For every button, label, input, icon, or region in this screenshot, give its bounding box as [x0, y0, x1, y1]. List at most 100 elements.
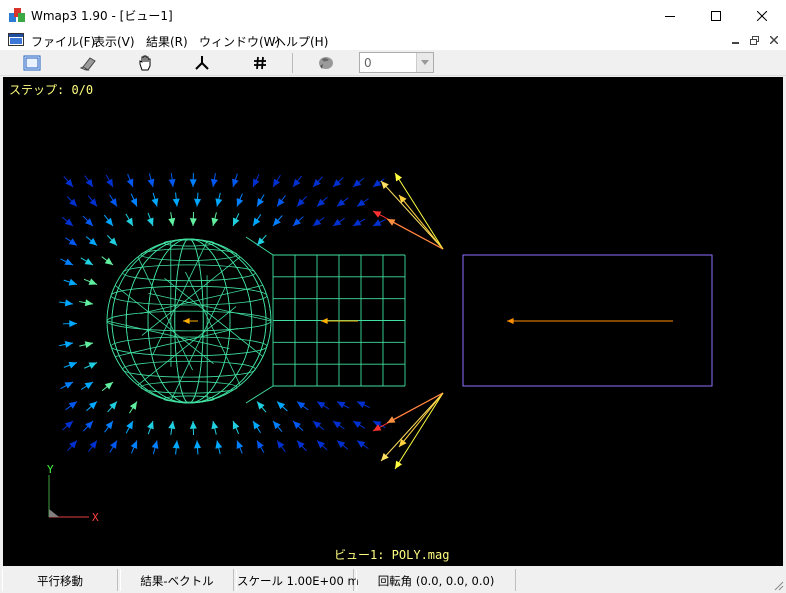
tool-eraser[interactable]	[66, 51, 110, 75]
field-arrow	[84, 175, 94, 188]
field-arrow	[256, 440, 265, 453]
child-window-icon[interactable]	[8, 33, 24, 46]
field-arrow	[125, 213, 134, 227]
field-arrow	[79, 299, 94, 307]
status-rotation: 回転角 (0.0, 0.0, 0.0)	[356, 569, 516, 591]
field-arrow	[236, 193, 244, 207]
field-arrow	[168, 212, 176, 227]
field-arrow	[312, 176, 323, 188]
status-mode: 平行移動	[2, 569, 118, 591]
corner-arrow	[380, 392, 444, 462]
app-icon	[9, 8, 25, 22]
field-arrow	[105, 174, 114, 188]
view-frame-icon	[23, 55, 41, 71]
field-arrow	[60, 381, 74, 389]
field-arrow	[276, 440, 286, 453]
field-arrow	[272, 420, 283, 433]
child-minimize-button[interactable]	[727, 32, 744, 48]
corner-arrow	[386, 218, 444, 250]
field-arrow	[85, 236, 98, 246]
field-arrow	[83, 278, 98, 285]
tool-axes[interactable]	[180, 51, 224, 75]
maximize-button[interactable]	[693, 0, 739, 31]
tool-grid[interactable]	[238, 51, 282, 75]
step-select-value: 0	[364, 56, 372, 70]
field-arrow	[109, 194, 118, 207]
menu-file[interactable]: ファイル(F)	[31, 33, 95, 50]
menu-result[interactable]: 結果(R)	[146, 33, 188, 50]
menu-view[interactable]: 表示(V)	[93, 33, 135, 50]
field-arrow	[356, 198, 369, 207]
corner-arrow	[386, 392, 444, 424]
axes-icon	[195, 56, 209, 70]
corner-arrow	[380, 180, 444, 250]
field-arrow	[211, 420, 219, 435]
child-close-button[interactable]	[765, 32, 782, 48]
field-arrow	[125, 420, 134, 434]
field-arrow	[104, 420, 114, 433]
status-bar: 平行移動 結果-ベクトル スケール 1.00E+00 m 回転角 (0.0, 0…	[0, 567, 786, 593]
resize-grip-icon[interactable]	[772, 579, 784, 591]
field-arrow	[172, 192, 180, 207]
minimize-button[interactable]	[647, 0, 693, 31]
field-arrow	[65, 401, 78, 411]
view-canvas[interactable]: YX ステップ: 0/0 ビュー1: POLY.mag	[3, 77, 783, 566]
step-select[interactable]: 0	[359, 52, 434, 73]
field-arrow	[82, 420, 94, 432]
close-icon	[757, 10, 767, 21]
field-arrow	[332, 420, 345, 430]
field-arrow	[356, 401, 370, 409]
minimize-icon	[731, 42, 739, 44]
toolbar: 0	[0, 50, 786, 76]
field-arrow	[256, 194, 265, 207]
field-arrow	[336, 197, 349, 207]
field-arrow	[332, 217, 345, 227]
field-arrow	[352, 177, 365, 188]
field-arrow	[272, 215, 283, 227]
field-arrow	[316, 440, 328, 451]
close-button[interactable]	[739, 0, 785, 31]
field-arrow	[312, 420, 325, 431]
field-arrow	[272, 174, 281, 188]
field-arrow	[62, 420, 74, 431]
child-restore-button[interactable]	[746, 32, 763, 48]
tool-view-frame[interactable]	[10, 51, 54, 75]
field-arrow	[168, 173, 176, 188]
minimize-icon	[665, 15, 675, 17]
tool-pan[interactable]	[124, 51, 168, 75]
close-icon	[769, 36, 778, 44]
corner-arrow	[398, 392, 444, 448]
field-arrow	[215, 440, 223, 455]
field-arrow	[252, 174, 260, 188]
scene: YX	[47, 172, 713, 524]
field-arrow	[276, 401, 288, 412]
menu-window[interactable]: ウィンドウ(W)	[199, 33, 280, 50]
field-arrow	[292, 420, 304, 432]
vector-arrow	[507, 318, 673, 324]
field-arrow	[211, 212, 219, 227]
field-arrow	[194, 440, 202, 455]
field-arrow	[189, 172, 197, 188]
field-arrow	[332, 177, 344, 188]
field-arrow	[59, 340, 74, 348]
field-arrow	[106, 235, 118, 246]
hand-pan-icon	[139, 55, 151, 71]
field-arrow	[128, 401, 138, 414]
field-arrow	[292, 216, 304, 227]
view-caption: ビュー1: POLY.mag	[334, 548, 450, 562]
field-arrow	[151, 192, 159, 207]
field-arrow	[59, 299, 74, 307]
field-arrow	[130, 440, 138, 454]
menu-help[interactable]: ヘルプ(H)	[274, 33, 328, 50]
field-arrow	[168, 420, 176, 435]
rotate-globe-icon	[319, 57, 333, 69]
field-arrow	[61, 216, 74, 227]
field-arrow	[101, 381, 114, 392]
field-arrow	[146, 212, 154, 227]
restore-icon	[750, 35, 759, 45]
step-select-dropdown[interactable]	[416, 53, 433, 72]
tool-rotate[interactable]	[304, 51, 348, 75]
field-arrow	[356, 440, 369, 450]
field-arrow	[256, 401, 267, 413]
field-arrow	[215, 192, 223, 207]
